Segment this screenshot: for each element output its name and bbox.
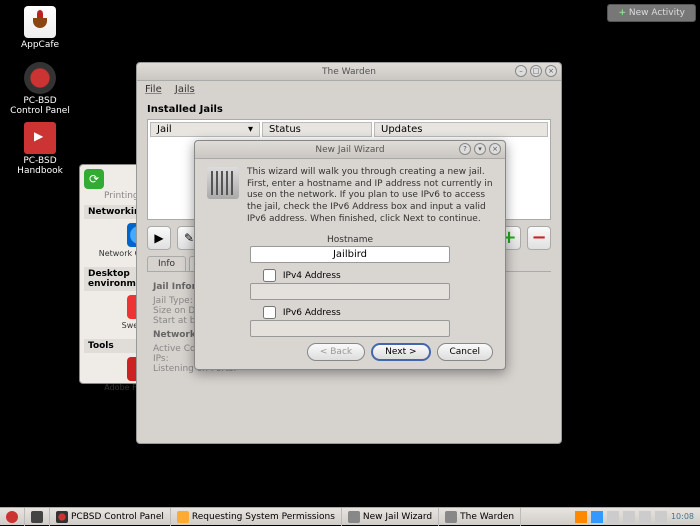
tray-wifi-icon[interactable] xyxy=(639,511,651,523)
back-button: < Back xyxy=(307,343,365,361)
hostname-label: Hostname xyxy=(207,235,493,245)
tray-network-icon[interactable] xyxy=(591,511,603,523)
hostname-input[interactable] xyxy=(250,246,450,263)
task-warden[interactable]: The Warden xyxy=(439,508,521,526)
task-wizard[interactable]: New Jail Wizard xyxy=(342,508,439,526)
col-updates[interactable]: Updates xyxy=(374,122,548,137)
col-status[interactable]: Status xyxy=(262,122,372,137)
jail-icon xyxy=(348,511,360,523)
ipv4-checkbox[interactable] xyxy=(263,269,276,282)
desktop-label: PC-BSD Control Panel xyxy=(10,96,70,116)
launcher-icon[interactable] xyxy=(25,508,50,526)
system-tray: 10:08 xyxy=(575,511,700,523)
wizard-title: New Jail Wizard xyxy=(315,145,384,155)
ipv6-input[interactable] xyxy=(250,320,450,337)
wizard-close-button[interactable]: × xyxy=(489,143,501,155)
minimize-button[interactable]: – xyxy=(515,65,527,77)
reload-button[interactable]: ⟳ xyxy=(84,169,104,189)
menu-jails[interactable]: Jails xyxy=(175,84,195,95)
menubar: File Jails xyxy=(137,81,561,98)
maximize-button[interactable]: □ xyxy=(530,65,542,77)
clock[interactable]: 10:08 xyxy=(671,512,694,521)
installed-jails-label: Installed Jails xyxy=(147,104,551,115)
desktop-label: AppCafe xyxy=(10,40,70,50)
start-button[interactable] xyxy=(0,508,25,526)
remove-jail-button[interactable]: − xyxy=(527,226,551,250)
start-jail-button[interactable]: ▶ xyxy=(147,226,171,250)
wizard-intro-text: This wizard will walk you through creati… xyxy=(247,167,493,225)
task-permissions[interactable]: Requesting System Permissions xyxy=(171,508,342,526)
ipv6-label: IPv6 Address xyxy=(283,308,341,318)
pdf-icon xyxy=(24,122,56,154)
tab-info[interactable]: Info xyxy=(147,256,186,271)
desktop-icon-control-panel[interactable]: PC-BSD Control Panel xyxy=(10,62,70,116)
jail-icon xyxy=(207,167,239,199)
new-jail-wizard-dialog: New Jail Wizard ? ▾ × This wizard will w… xyxy=(194,140,506,370)
close-button[interactable]: × xyxy=(545,65,557,77)
desktop-icon-appcafe[interactable]: AppCafe xyxy=(10,6,70,50)
desktop-icon-handbook[interactable]: PC-BSD Handbook xyxy=(10,122,70,176)
ipv6-checkbox[interactable] xyxy=(263,306,276,319)
taskbar: PCBSD Control Panel Requesting System Pe… xyxy=(0,507,700,525)
task-control-panel[interactable]: PCBSD Control Panel xyxy=(50,508,171,526)
col-jail: Jail ▾ xyxy=(150,122,260,137)
next-button[interactable]: Next > xyxy=(371,343,430,361)
tray-battery-icon[interactable] xyxy=(655,511,667,523)
appcafe-icon xyxy=(24,6,56,38)
tray-clipboard-icon[interactable] xyxy=(607,511,619,523)
shield-icon xyxy=(177,511,189,523)
desktop-label: PC-BSD Handbook xyxy=(10,156,70,176)
warden-titlebar[interactable]: The Warden – □ × xyxy=(137,63,561,81)
gear-icon xyxy=(56,511,68,523)
warden-icon xyxy=(445,511,457,523)
wizard-min-button[interactable]: ▾ xyxy=(474,143,486,155)
ipv4-input[interactable] xyxy=(250,283,450,300)
new-activity-button[interactable]: New Activity xyxy=(607,4,696,22)
ipv4-label: IPv4 Address xyxy=(283,271,341,281)
gear-icon xyxy=(24,62,56,94)
window-title: The Warden xyxy=(322,67,376,77)
menu-file[interactable]: File xyxy=(145,84,162,95)
tray-update-icon[interactable] xyxy=(575,511,587,523)
wizard-titlebar[interactable]: New Jail Wizard ? ▾ × xyxy=(195,141,505,159)
help-button[interactable]: ? xyxy=(459,143,471,155)
cancel-button[interactable]: Cancel xyxy=(437,343,494,361)
tray-volume-icon[interactable] xyxy=(623,511,635,523)
